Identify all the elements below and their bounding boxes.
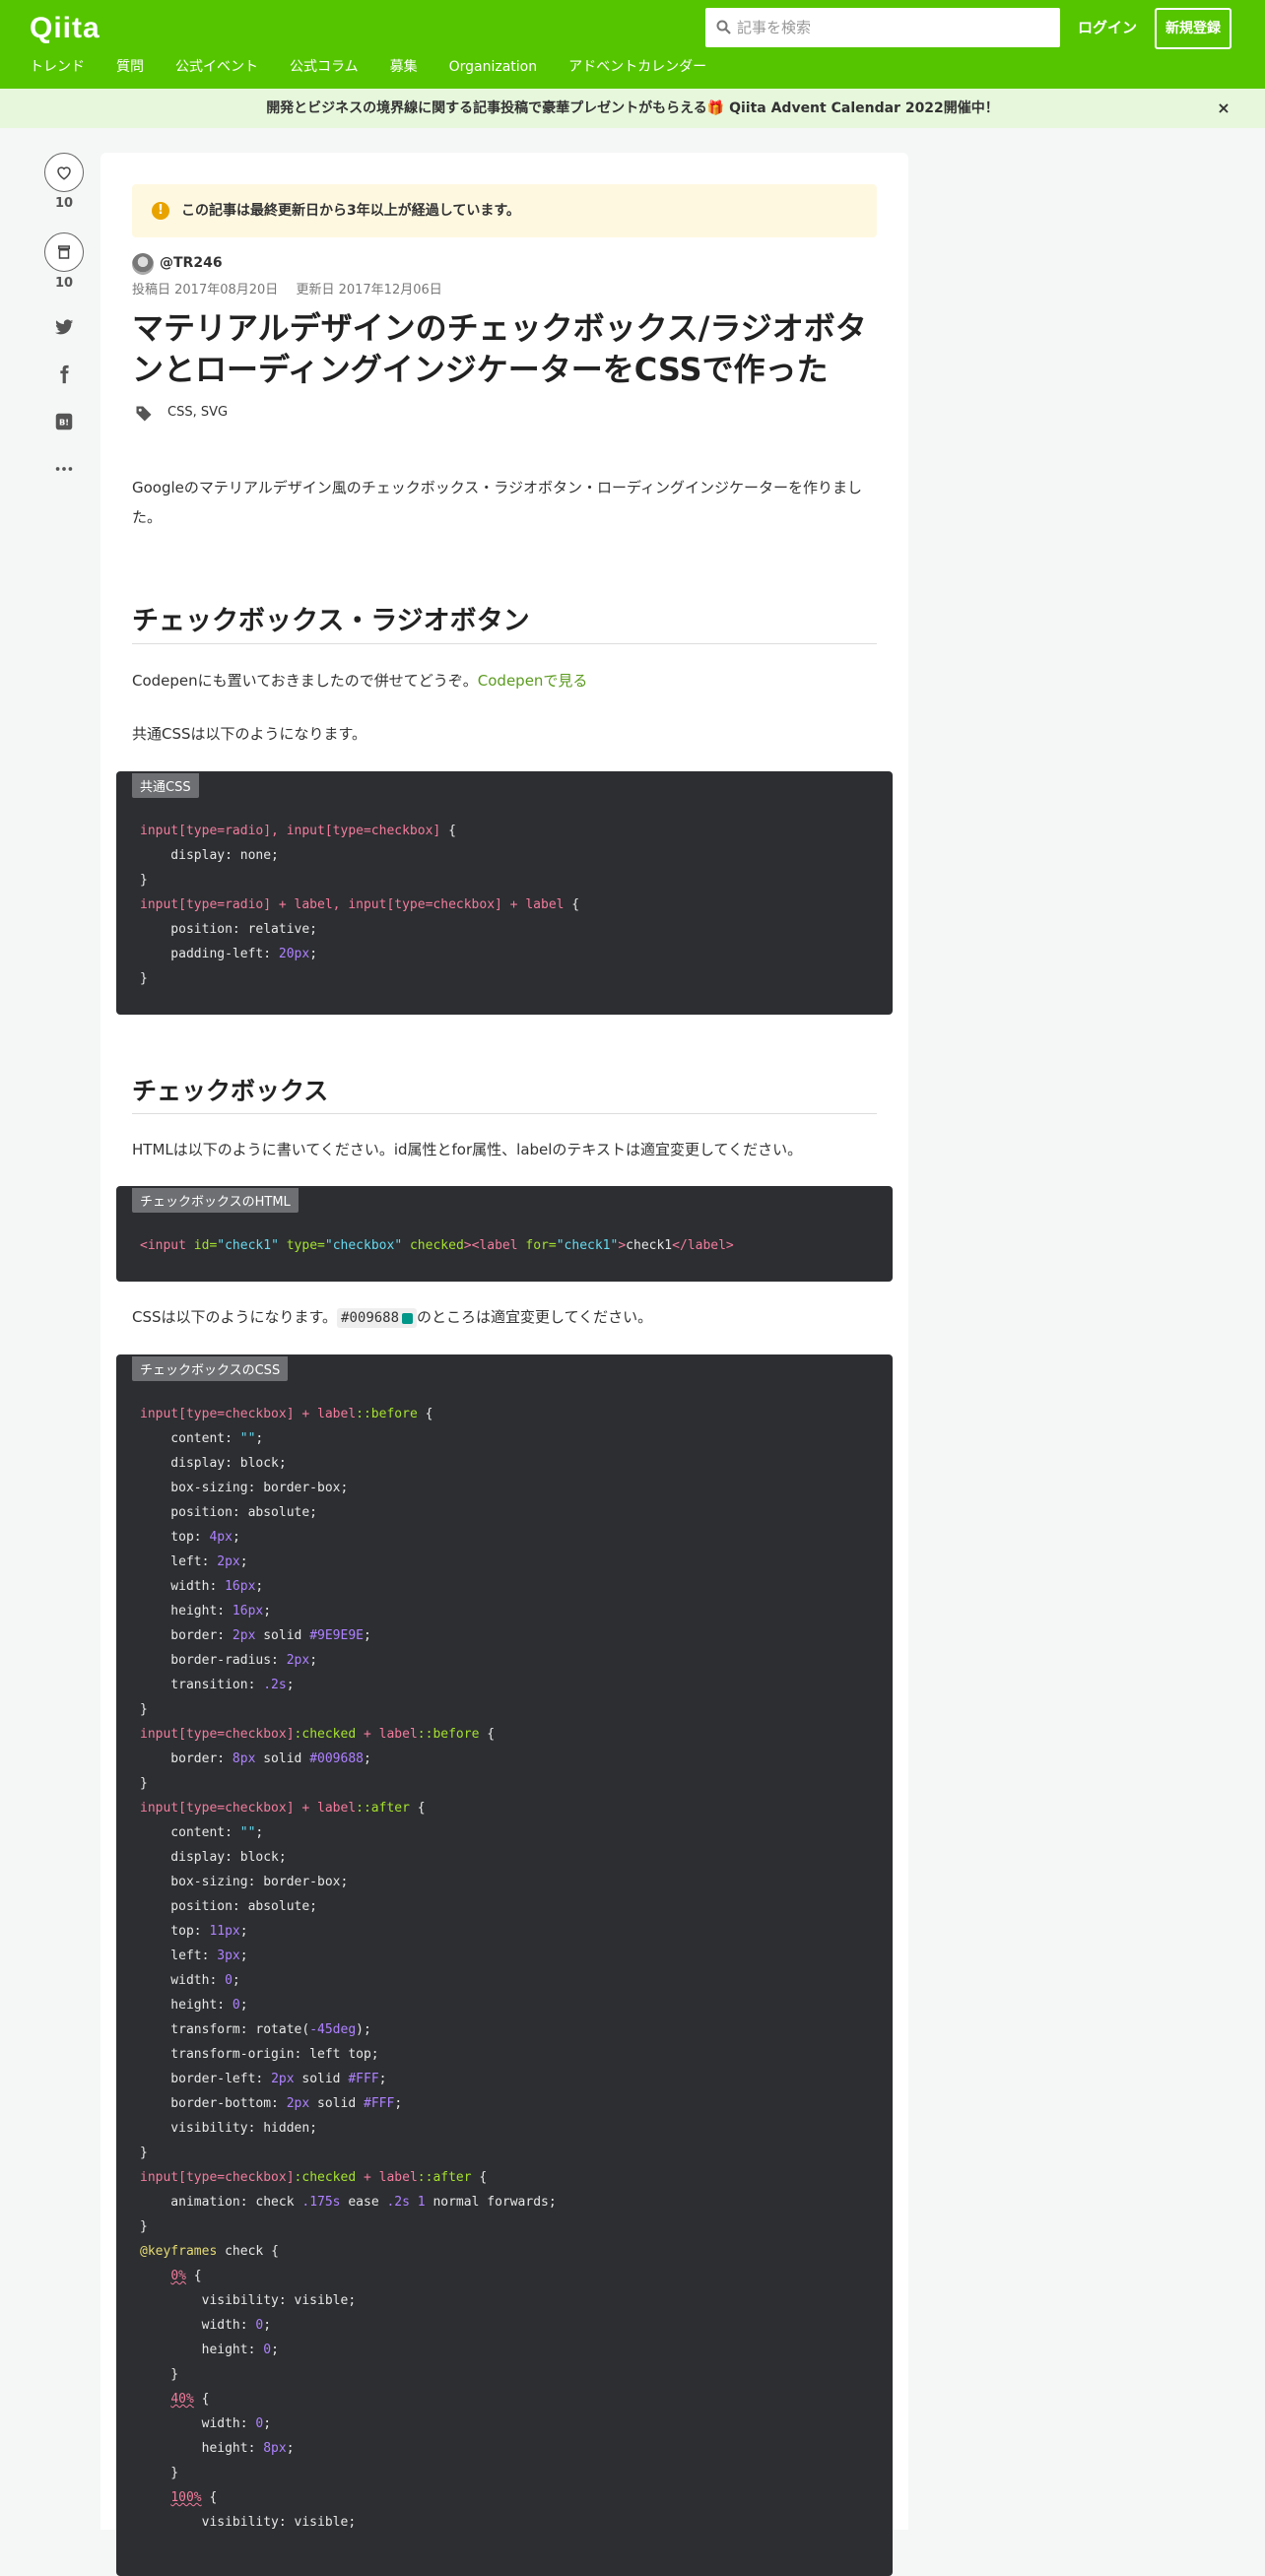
updated-date: 更新日 2017年12月06日 xyxy=(296,283,442,297)
twitter-icon[interactable] xyxy=(53,316,75,338)
site-header: Qiita ログイン 新規登録 トレンド 質問 公式イベント 公式コラム 募集 … xyxy=(0,0,1265,89)
code-label: チェックボックスのCSS xyxy=(132,1356,289,1381)
code-block-checkbox-css: チェックボックスのCSS input[type=checkbox] + labe… xyxy=(116,1354,893,2576)
code-content[interactable]: input[type=checkbox] + label::before { c… xyxy=(140,1402,557,2535)
author-name[interactable]: @TR246 xyxy=(160,255,223,271)
nav-questions[interactable]: 質問 xyxy=(116,55,144,85)
search-input[interactable] xyxy=(737,8,1052,47)
article-card: ! この記事は最終更新日から3年以上が経過しています。 @TR246 投稿日 2… xyxy=(100,153,908,2576)
like-button[interactable] xyxy=(44,153,84,192)
tag-icon xyxy=(136,406,152,422)
warning-text: この記事は最終更新日から3年以上が経過しています。 xyxy=(181,203,520,219)
css-text-after: のところは適宜変更してください。 xyxy=(417,1308,653,1326)
svg-text:B!: B! xyxy=(59,418,69,428)
code-content[interactable]: input[type=radio], input[type=checkbox] … xyxy=(140,819,579,991)
banner-text[interactable]: 開発とビジネスの境界線に関する記事投稿で豪華プレゼントがもらえる🎁 Qiita … xyxy=(0,89,1265,128)
heading-checkbox: チェックボックス xyxy=(132,1072,877,1114)
code-block-common-css: 共通CSS input[type=radio], input[type=chec… xyxy=(116,771,893,1015)
posted-date: 投稿日 2017年08月20日 xyxy=(132,283,279,297)
nav-recruit[interactable]: 募集 xyxy=(390,55,418,85)
color-swatch xyxy=(402,1312,414,1324)
heart-icon xyxy=(57,166,71,180)
inline-code-color: #009688 xyxy=(337,1308,418,1328)
nav-trend[interactable]: トレンド xyxy=(30,55,85,85)
stock-button[interactable] xyxy=(44,232,84,272)
avatar[interactable] xyxy=(132,253,154,275)
signup-button[interactable]: 新規登録 xyxy=(1155,8,1232,49)
campaign-banner: 開発とビジネスの境界線に関する記事投稿で豪華プレゼントがもらえる🎁 Qiita … xyxy=(0,89,1265,128)
html-paragraph: HTMLは以下のように書いてください。id属性とfor属性、labelのテキスト… xyxy=(132,1141,803,1158)
like-count: 10 xyxy=(54,196,74,211)
stock-count: 10 xyxy=(54,276,74,291)
nav-official-events[interactable]: 公式イベント xyxy=(175,55,258,85)
qiita-logo[interactable]: Qiita xyxy=(30,12,100,45)
nav-organization[interactable]: Organization xyxy=(449,55,538,85)
search-box[interactable] xyxy=(705,8,1060,47)
code-label: チェックボックスのHTML xyxy=(132,1188,299,1213)
codepen-text: Codepenにも置いておきましたので併せてどうぞ。 xyxy=(132,672,478,690)
nav-advent-calendar[interactable]: アドベントカレンダー xyxy=(568,55,706,85)
login-button[interactable]: ログイン xyxy=(1066,8,1149,47)
code-label: 共通CSS xyxy=(132,773,199,798)
heading-checkbox-radio: チェックボックス・ラジオボタン xyxy=(132,599,877,644)
css-text-before: CSSは以下のようになります。 xyxy=(132,1308,338,1326)
codepen-paragraph: Codepenにも置いておきましたので併せてどうぞ。Codepenで見る xyxy=(132,666,881,695)
search-icon xyxy=(716,20,731,34)
code-content[interactable]: <input id="check1" type="checkbox" check… xyxy=(140,1233,734,1258)
facebook-icon[interactable] xyxy=(53,363,75,385)
outdated-warning: ! この記事は最終更新日から3年以上が経過しています。 xyxy=(132,184,877,237)
global-nav: トレンド 質問 公式イベント 公式コラム 募集 Organization アドベ… xyxy=(30,55,738,85)
css-paragraph: CSSは以下のようになります。 #009688 のところは適宜変更してください。 xyxy=(132,1302,881,1333)
tag-links[interactable]: CSS, SVG xyxy=(167,405,228,420)
article-title: マテリアルデザインのチェックボックス/ラジオボタンとローディングインジケーターを… xyxy=(132,309,867,388)
more-options-icon[interactable] xyxy=(53,458,75,480)
warning-icon: ! xyxy=(152,202,169,220)
hatena-bookmark-icon[interactable]: B! xyxy=(53,411,75,432)
code-block-checkbox-html: チェックボックスのHTML <input id="check1" type="c… xyxy=(116,1186,893,1282)
nav-official-columns[interactable]: 公式コラム xyxy=(290,55,359,85)
banner-close-button[interactable]: × xyxy=(1214,89,1233,128)
article-dates: 投稿日 2017年08月20日 更新日 2017年12月06日 xyxy=(132,279,456,297)
stock-icon xyxy=(58,245,70,259)
codepen-link[interactable]: Codepenで見る xyxy=(478,672,588,690)
intro-paragraph: Googleのマテリアルデザイン風のチェックボックス・ラジオボタン・ローディング… xyxy=(132,479,862,526)
common-css-paragraph: 共通CSSは以下のようになります。 xyxy=(132,725,367,743)
